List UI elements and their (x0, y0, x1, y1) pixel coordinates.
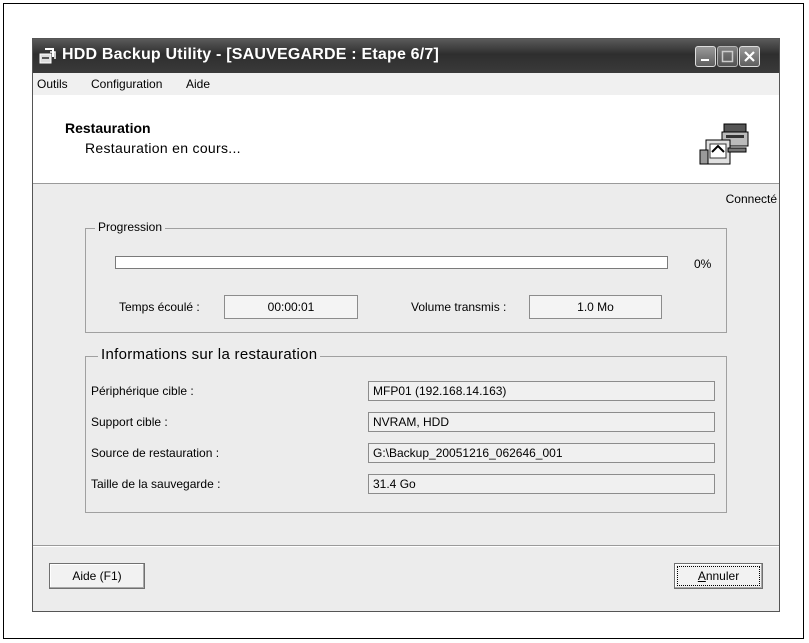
cancel-button[interactable]: Annuler (674, 563, 763, 589)
progress-group-label: Progression (95, 220, 166, 234)
header-subtitle: Restauration en cours... (85, 140, 241, 156)
close-button[interactable] (739, 46, 760, 67)
app-icon (39, 48, 56, 64)
minimize-button[interactable] (695, 46, 716, 67)
progress-bar (115, 256, 668, 269)
maximize-icon (721, 50, 734, 63)
restore-source-value: G:\Backup_20051216_062646_001 (368, 443, 715, 463)
menu-configuration[interactable]: Configuration (91, 77, 162, 91)
backup-size-value: 31.4 Go (368, 474, 715, 494)
restore-info-group: Informations sur la restauration Périphé… (85, 346, 727, 513)
target-media-value: NVRAM, HDD (368, 412, 715, 432)
close-icon (744, 51, 755, 62)
menu-outils[interactable]: Outils (37, 77, 68, 91)
menu-aide[interactable]: Aide (186, 77, 210, 91)
volume-label: Volume transmis : (411, 300, 507, 314)
restore-source-label: Source de restauration : (91, 446, 220, 460)
menu-bar: Outils Configuration Aide (33, 73, 779, 95)
elapsed-time-value: 00:00:01 (224, 295, 358, 319)
backup-size-label: Taille de la sauvegarde : (91, 477, 221, 491)
target-media-label: Support cible : (91, 415, 168, 429)
target-device-label: Périphérique cible : (91, 384, 194, 398)
progress-group: Progression 0% Temps écoulé : 00:00:01 V… (85, 220, 727, 333)
help-button[interactable]: Aide (F1) (49, 563, 145, 589)
backup-device-icon (699, 123, 749, 165)
connection-status: Connecté (725, 192, 777, 206)
app-window: HDD Backup Utility - [SAUVEGARDE : Etape… (32, 38, 780, 612)
title-bar[interactable]: HDD Backup Utility - [SAUVEGARDE : Etape… (33, 39, 779, 73)
info-group-label: Informations sur la restauration (98, 346, 321, 363)
footer-separator (33, 545, 779, 547)
window-title: HDD Backup Utility - [SAUVEGARDE : Etape… (62, 46, 440, 63)
maximize-button[interactable] (717, 46, 738, 67)
wizard-header: Restauration Restauration en cours... (33, 95, 779, 184)
header-title: Restauration (65, 120, 151, 136)
progress-percent: 0% (694, 257, 712, 271)
cancel-label: nnuler (705, 569, 740, 583)
cancel-mnemonic: A (697, 569, 706, 583)
volume-value: 1.0 Mo (529, 295, 662, 319)
elapsed-time-label: Temps écoulé : (119, 300, 200, 314)
target-device-value: MFP01 (192.168.14.163) (368, 381, 715, 401)
minimize-icon (701, 59, 709, 61)
